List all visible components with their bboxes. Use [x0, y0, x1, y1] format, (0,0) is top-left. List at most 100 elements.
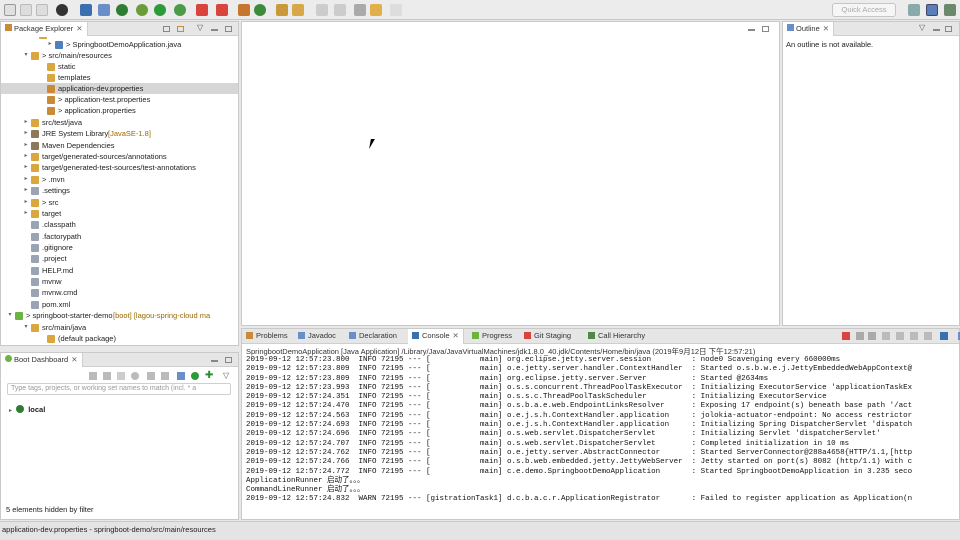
expand-icon[interactable]: ▸ — [9, 408, 12, 414]
tree-row[interactable]: static — [1, 61, 238, 72]
console-icon[interactable] — [147, 372, 155, 380]
remove-all-icon[interactable] — [868, 332, 876, 340]
tree-row[interactable]: mvnw.cmd — [1, 287, 238, 298]
tree-row[interactable]: ▸ > src — [1, 197, 238, 208]
tree-row[interactable]: ▸ target/generated-test-sources/test-anno… — [1, 162, 238, 173]
expand-toggle-icon[interactable]: ▾ — [7, 310, 13, 321]
stop-icon[interactable] — [196, 4, 208, 16]
console-output[interactable]: 2019-09-12 12:57:23.800 INFO 72195 --- [… — [246, 356, 959, 505]
tree-row[interactable]: (default package) — [1, 333, 238, 344]
expand-toggle-icon[interactable]: ▸ — [23, 185, 29, 196]
minimize-icon[interactable] — [211, 360, 218, 362]
tab-package-explorer[interactable]: Package Explorer ✕ — [1, 22, 88, 36]
tree-row[interactable]: ▸ src/test/java — [1, 117, 238, 128]
expand-toggle-icon[interactable]: ▸ — [23, 174, 29, 185]
profile-icon[interactable] — [56, 4, 68, 16]
minimize-icon[interactable] — [211, 29, 218, 31]
maximize-icon[interactable] — [225, 357, 232, 363]
tree-row[interactable]: HELP.md — [1, 265, 238, 276]
minimize-icon[interactable] — [933, 29, 940, 31]
expand-toggle-icon[interactable]: ▸ — [23, 128, 29, 139]
tree-row[interactable]: templates — [1, 72, 238, 83]
external-tools-icon[interactable] — [216, 4, 228, 16]
coverage-icon[interactable] — [174, 4, 186, 16]
close-icon[interactable]: ✕ — [71, 355, 77, 364]
tree-row[interactable]: ▸ .settings — [1, 185, 238, 196]
tab-declaration[interactable]: Declaration — [349, 329, 397, 344]
pin-console-icon[interactable] — [924, 332, 932, 340]
tree-row[interactable]: ▸ > SpringbootDemoApplication.java — [1, 39, 238, 50]
tree-row[interactable]: mvnw — [1, 276, 238, 287]
save-icon[interactable] — [20, 4, 32, 16]
collapse-all-icon[interactable] — [163, 26, 170, 32]
refresh-icon[interactable] — [254, 4, 266, 16]
quick-access-field[interactable]: Quick Access — [832, 3, 896, 17]
expand-toggle-icon[interactable]: ▸ — [23, 151, 29, 162]
table-icon[interactable] — [177, 372, 185, 380]
close-icon[interactable]: ✕ — [453, 331, 459, 340]
close-icon[interactable]: ✕ — [823, 24, 829, 33]
edit-icon[interactable] — [161, 372, 169, 380]
expand-toggle-icon[interactable]: ▾ — [23, 50, 29, 61]
view-menu-icon[interactable]: ▽ — [197, 23, 203, 32]
view-menu-icon[interactable]: ▽ — [223, 371, 229, 380]
tree-row[interactable]: ▸ > .mvn — [1, 174, 238, 185]
tree-row[interactable]: application-dev.properties — [1, 83, 238, 94]
maximize-icon[interactable] — [945, 26, 952, 32]
skip-breakpoints-icon[interactable] — [98, 4, 110, 16]
expand-toggle-icon[interactable]: ▸ — [23, 197, 29, 208]
expand-toggle-icon[interactable]: ▸ — [47, 39, 53, 50]
run-icon[interactable] — [154, 4, 166, 16]
tab-progress[interactable]: Progress — [472, 329, 512, 344]
expand-toggle-icon[interactable]: ▸ — [23, 162, 29, 173]
editor-maximize-icon[interactable] — [762, 26, 769, 32]
terminal-icon[interactable] — [80, 4, 92, 16]
tree-row[interactable]: .project — [1, 253, 238, 264]
search-icon[interactable] — [292, 4, 304, 16]
java-perspective-icon[interactable] — [926, 4, 938, 16]
open-type-icon[interactable] — [276, 4, 288, 16]
expand-toggle-icon[interactable]: ▸ — [23, 117, 29, 128]
local-target-row[interactable]: ▸ local — [9, 404, 45, 415]
new-java-project-icon[interactable] — [238, 4, 250, 16]
tree-row[interactable]: ▾ src/main/java — [1, 322, 238, 333]
tree-row[interactable]: .gitignore — [1, 242, 238, 253]
open-browser-icon[interactable] — [131, 372, 139, 380]
display-console-icon[interactable] — [940, 332, 948, 340]
tab-outline[interactable]: Outline ✕ — [783, 22, 835, 36]
boot-dashboard-filter-input[interactable]: Type tags, projects, or working set name… — [7, 383, 231, 395]
remove-launch-icon[interactable] — [856, 332, 864, 340]
word-wrap-icon[interactable] — [910, 332, 918, 340]
debug-perspective-icon[interactable] — [944, 4, 956, 16]
tab-git-staging[interactable]: Git Staging — [524, 329, 571, 344]
restart-icon[interactable] — [89, 372, 97, 380]
view-menu-icon[interactable]: ▽ — [919, 23, 925, 32]
expose-icon[interactable] — [191, 372, 199, 380]
console-terminate-icon[interactable] — [842, 332, 850, 340]
tab-problems[interactable]: Problems — [246, 329, 288, 344]
tab-javadoc[interactable]: Javadoc — [298, 329, 336, 344]
expand-toggle-icon[interactable]: ▾ — [23, 322, 29, 333]
tree-row[interactable]: > application-test.properties — [1, 94, 238, 105]
tree-row[interactable]: ▾ > springboot-starter-demo [boot] [lagou… — [1, 310, 238, 321]
tree-row[interactable]: ▸ target — [1, 208, 238, 219]
close-icon[interactable]: ✕ — [76, 24, 82, 33]
tree-row[interactable]: ▸ target/generated-sources/annotations — [1, 151, 238, 162]
tree-row[interactable]: .classpath — [1, 219, 238, 230]
annotation-nav-icon[interactable] — [316, 4, 328, 16]
last-edit-icon[interactable] — [354, 4, 366, 16]
boot-icon[interactable] — [116, 4, 128, 16]
expand-toggle-icon[interactable]: ▸ — [23, 208, 29, 219]
debug-icon[interactable] — [136, 4, 148, 16]
tree-row[interactable]: > application.properties — [1, 105, 238, 116]
save-all-icon[interactable] — [36, 4, 48, 16]
back-icon[interactable] — [370, 4, 382, 16]
link-editor-icon[interactable] — [177, 26, 184, 32]
forward-icon[interactable] — [390, 4, 402, 16]
add-icon[interactable]: ✚ — [205, 370, 213, 381]
pin-icon[interactable] — [334, 4, 346, 16]
tab-call-hierarchy[interactable]: Call Hierarchy — [588, 329, 645, 344]
editor-minimize-icon[interactable] — [748, 29, 755, 31]
scroll-lock-icon[interactable] — [896, 332, 904, 340]
tree-row[interactable]: pom.xml — [1, 299, 238, 310]
